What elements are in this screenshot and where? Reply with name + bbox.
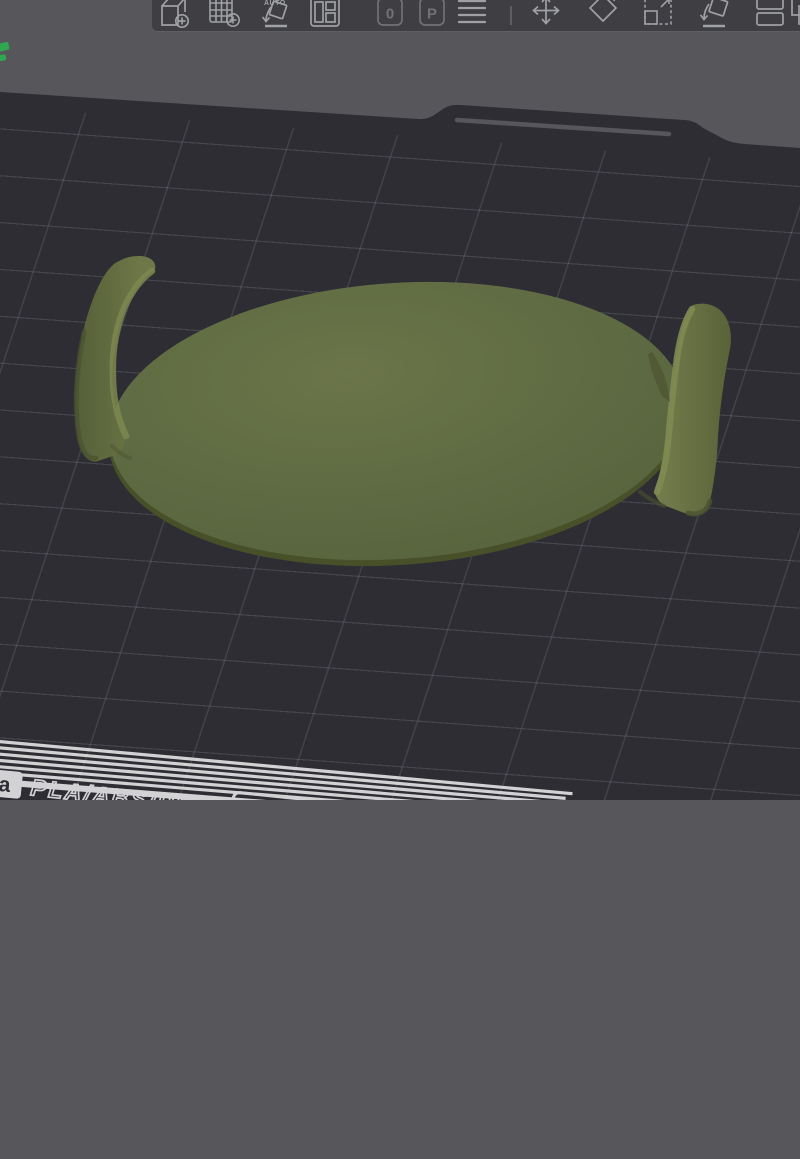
auto-arrange-icon: AUTO (261, 0, 288, 28)
slicer-app: { "toolbar": { "items": [ {"name": "add-… (0, 0, 800, 800)
add-object-icon (161, 0, 190, 29)
place-on-face-icon (699, 0, 729, 28)
move-icon (532, 0, 560, 25)
add-object-button[interactable] (156, 0, 196, 31)
svg-text:0: 0 (386, 6, 394, 23)
split-layout-button[interactable] (306, 0, 346, 31)
plate-logo: a (0, 769, 23, 799)
layers-list-button[interactable] (452, 0, 492, 31)
badge-p-icon: P (419, 0, 445, 26)
split-to-objects-icon (756, 0, 784, 26)
svg-text:P: P (427, 6, 437, 23)
badge-zero-button[interactable]: 0 (370, 0, 410, 31)
top-toolbar: AUTO 0 P (152, 0, 800, 31)
place-on-face-button[interactable] (695, 0, 735, 31)
badge-zero-icon: 0 (377, 0, 403, 26)
move-button[interactable] (527, 0, 567, 31)
model-tray[interactable] (73, 256, 731, 585)
split-to-parts-button[interactable] (784, 0, 800, 31)
toolbar-separator (510, 6, 512, 25)
scene-objects: a PLA/ABS/PETG (0, 256, 731, 800)
add-plate-button[interactable] (206, 0, 246, 31)
layers-list-icon (457, 0, 487, 24)
rotate-button[interactable] (583, 0, 623, 31)
add-plate-icon (209, 0, 240, 27)
auto-arrange-button[interactable]: AUTO (256, 0, 296, 31)
scale-icon (644, 0, 672, 25)
split-to-parts-icon (791, 0, 800, 25)
badge-p-button[interactable]: P (412, 0, 452, 31)
rotate-icon (588, 0, 618, 23)
split-layout-icon (310, 0, 340, 27)
scale-button[interactable] (639, 0, 679, 31)
